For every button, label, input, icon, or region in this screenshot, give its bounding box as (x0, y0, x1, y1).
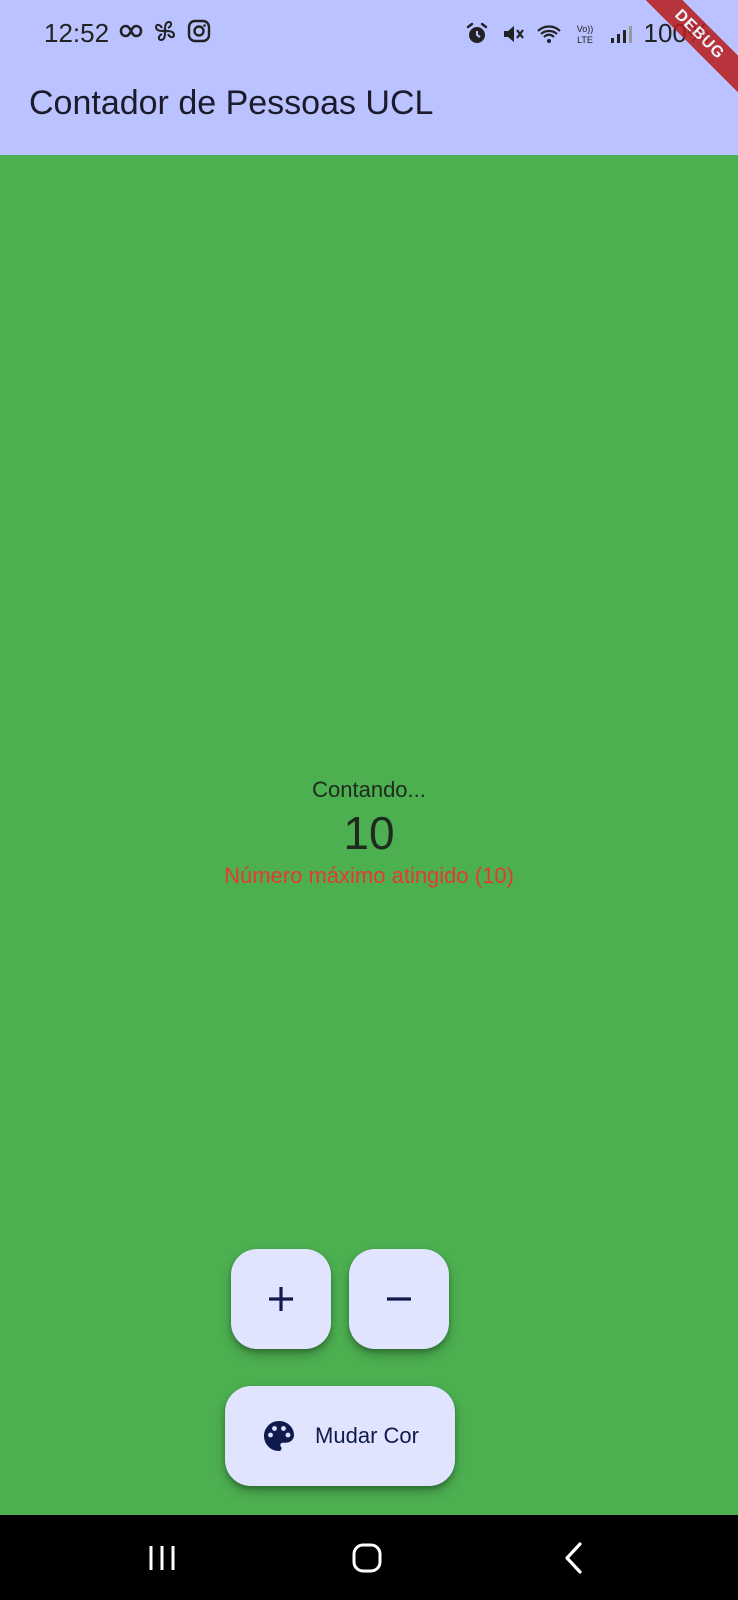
back-icon (565, 1541, 582, 1574)
back-button[interactable] (515, 1515, 635, 1600)
status-notification-icons (118, 18, 212, 44)
palette-icon (264, 1421, 295, 1451)
app-bar: Contador de Pessoas UCL (0, 70, 738, 155)
recent-apps-button[interactable] (102, 1515, 222, 1600)
alarm-icon (466, 22, 487, 43)
increment-button[interactable] (231, 1249, 331, 1349)
signal-icon (610, 25, 632, 43)
recent-apps-icon (149, 1545, 175, 1570)
home-button[interactable] (307, 1515, 427, 1600)
decrement-button[interactable] (349, 1249, 449, 1349)
svg-text:Vo)): Vo)) (576, 24, 593, 34)
svg-text:LTE: LTE (577, 35, 593, 45)
plus-icon (269, 1287, 293, 1311)
instagram-icon (187, 19, 211, 43)
change-color-button[interactable]: Mudar Cor (225, 1386, 455, 1486)
infinity-icon (119, 24, 143, 38)
home-icon (352, 1543, 382, 1572)
system-navigation-bar (0, 1515, 738, 1600)
status-bar: 12:52 Vo)) LTE 100% (0, 0, 738, 70)
counter-value: 10 (343, 807, 395, 859)
counter-caption: Contando... (312, 777, 426, 802)
max-reached-message: Número máximo atingido (10) (224, 863, 514, 888)
volte-icon: Vo)) LTE (576, 24, 593, 45)
change-color-label: Mudar Cor (315, 1423, 419, 1448)
mute-icon (503, 25, 524, 42)
wifi-icon (536, 24, 561, 43)
pinwheel-icon (154, 20, 176, 42)
status-time: 12:52 (44, 18, 110, 48)
minus-icon (387, 1297, 411, 1301)
app-screen: 12:52 Vo)) LTE 100% Contador de Pessoas … (0, 0, 738, 1600)
page-title: Contador de Pessoas UCL (29, 84, 434, 122)
counter-display: Contando... 10 Número máximo atingido (1… (0, 775, 738, 891)
